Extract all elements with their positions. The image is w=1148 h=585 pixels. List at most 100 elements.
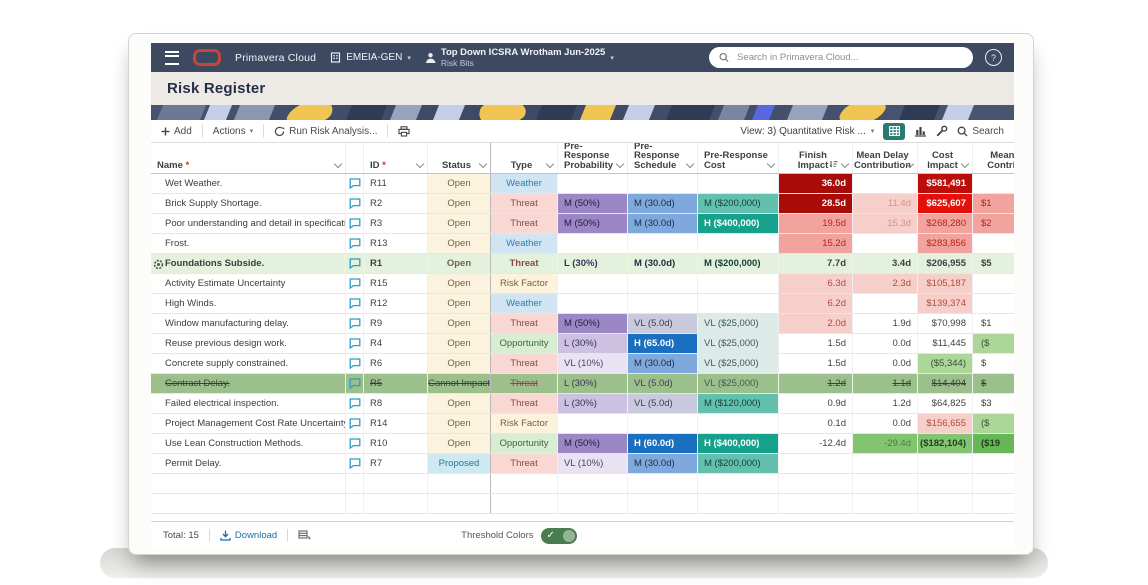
table-row-R13[interactable]: Frost.R13OpenWeather15.2d$283,856: [151, 234, 1014, 254]
cell-name[interactable]: Activity Estimate Uncertainty: [151, 274, 346, 293]
cell-type[interactable]: Threat: [491, 454, 558, 473]
table-row-R8[interactable]: Failed electrical inspection.R8OpenThrea…: [151, 394, 1014, 414]
cell-md[interactable]: 0.0d: [853, 354, 918, 373]
cell-status[interactable]: Open: [428, 414, 491, 433]
cell-sched[interactable]: M (30.0d): [628, 454, 698, 473]
cell-id[interactable]: R2: [364, 194, 428, 213]
cell-id[interactable]: R7: [364, 454, 428, 473]
cell-mc[interactable]: [973, 234, 1014, 253]
cell-name[interactable]: Foundations Subside.: [151, 254, 346, 273]
cell-comment[interactable]: [346, 254, 364, 273]
cell-prob[interactable]: VL (10%): [558, 454, 628, 473]
cell-id[interactable]: R14: [364, 414, 428, 433]
cell-sched[interactable]: VL (5.0d): [628, 374, 698, 393]
cell-fin[interactable]: 6.3d: [779, 274, 853, 293]
cell-cost[interactable]: [698, 274, 779, 293]
cell-comment[interactable]: [346, 314, 364, 333]
threshold-colors-toggle[interactable]: ✓: [541, 528, 577, 544]
cell-status[interactable]: Open: [428, 314, 491, 333]
cell-md[interactable]: 15.3d: [853, 214, 918, 233]
cell-id[interactable]: R13: [364, 234, 428, 253]
cell-type[interactable]: Risk Factor: [491, 274, 558, 293]
cell-cost[interactable]: M ($200,000): [698, 454, 779, 473]
cell-type[interactable]: Opportunity: [491, 334, 558, 353]
table-row-R6[interactable]: Concrete supply constrained.R6OpenThreat…: [151, 354, 1014, 374]
cell-name[interactable]: Frost.: [151, 234, 346, 253]
filter-chevron-icon[interactable]: [767, 160, 775, 168]
cell-status[interactable]: Open: [428, 294, 491, 313]
cell-comment[interactable]: [346, 174, 364, 193]
cell-fin[interactable]: 7.7d: [779, 254, 853, 273]
cell-cost[interactable]: H ($400,000): [698, 434, 779, 453]
cell-prob[interactable]: M (50%): [558, 194, 628, 213]
cell-md[interactable]: 11.4d: [853, 194, 918, 213]
cell-sched[interactable]: VL (5.0d): [628, 314, 698, 333]
cell-sched[interactable]: [628, 414, 698, 433]
cell-ci[interactable]: $625,607: [918, 194, 973, 213]
view-selector[interactable]: View: 3) Quantitative Risk ...▾: [740, 126, 874, 137]
cell-fin[interactable]: 1.2d: [779, 374, 853, 393]
col-header-fin[interactable]: FinishImpact: [779, 143, 853, 173]
table-row-R1[interactable]: Foundations Subside.R1OpenThreatL (30%)M…: [151, 254, 1014, 274]
cell-name[interactable]: Project Management Cost Rate Uncertainty: [151, 414, 346, 433]
cell-id[interactable]: R5: [364, 374, 428, 393]
cell-md[interactable]: 2.3d: [853, 274, 918, 293]
col-header-ci[interactable]: CostImpact: [918, 143, 973, 173]
cell-sched[interactable]: M (30.0d): [628, 254, 698, 273]
cell-ci[interactable]: $64,825: [918, 394, 973, 413]
cell-sched[interactable]: [628, 174, 698, 193]
cell-ci[interactable]: $283,856: [918, 234, 973, 253]
cell-sched[interactable]: M (30.0d): [628, 194, 698, 213]
cell-prob[interactable]: [558, 234, 628, 253]
filter-chevron-icon[interactable]: [546, 160, 554, 168]
cell-fin[interactable]: 0.9d: [779, 394, 853, 413]
cell-sched[interactable]: [628, 274, 698, 293]
cell-type[interactable]: Opportunity: [491, 434, 558, 453]
cell-status[interactable]: Cannot Impact: [428, 374, 491, 393]
cell-status[interactable]: Open: [428, 254, 491, 273]
global-search[interactable]: [709, 47, 973, 68]
cell-md[interactable]: [853, 294, 918, 313]
grid-view-button[interactable]: [883, 123, 905, 140]
col-header-sched[interactable]: Pre-ResponseSchedule: [628, 143, 698, 173]
cell-fin[interactable]: [779, 454, 853, 473]
filter-chevron-icon[interactable]: [961, 160, 969, 168]
table-row-R15[interactable]: Activity Estimate UncertaintyR15OpenRisk…: [151, 274, 1014, 294]
cell-name[interactable]: Failed electrical inspection.: [151, 394, 346, 413]
cell-ci[interactable]: $139,374: [918, 294, 973, 313]
cell-prob[interactable]: L (30%): [558, 334, 628, 353]
cell-comment[interactable]: [346, 394, 364, 413]
cell-name[interactable]: Contract Delay.: [151, 374, 346, 393]
cell-comment[interactable]: [346, 354, 364, 373]
cell-md[interactable]: -29.4d: [853, 434, 918, 453]
cell-ci[interactable]: $105,187: [918, 274, 973, 293]
cell-id[interactable]: R11: [364, 174, 428, 193]
table-row-R10[interactable]: Use Lean Construction Methods.R10OpenOpp…: [151, 434, 1014, 454]
cell-fin[interactable]: 36.0d: [779, 174, 853, 193]
cell-mc[interactable]: [973, 174, 1014, 193]
col-header-md[interactable]: Mean DelayContribution: [853, 143, 918, 173]
cell-prob[interactable]: L (30%): [558, 254, 628, 273]
col-header-prob[interactable]: Pre-ResponseProbability: [558, 143, 628, 173]
cell-mc[interactable]: $5: [973, 254, 1014, 273]
col-header-cost[interactable]: Pre-ResponseCost: [698, 143, 779, 173]
cell-prob[interactable]: M (50%): [558, 314, 628, 333]
cell-status[interactable]: Open: [428, 354, 491, 373]
cell-sched[interactable]: VL (5.0d): [628, 394, 698, 413]
cell-name[interactable]: Reuse previous design work.: [151, 334, 346, 353]
cell-sched[interactable]: H (60.0d): [628, 434, 698, 453]
cell-name[interactable]: Poor understanding and detail in specifi…: [151, 214, 346, 233]
cell-type[interactable]: Threat: [491, 354, 558, 373]
cell-ci[interactable]: $581,491: [918, 174, 973, 193]
cell-type[interactable]: Threat: [491, 394, 558, 413]
filter-chevron-icon[interactable]: [416, 160, 424, 168]
cell-name[interactable]: High Winds.: [151, 294, 346, 313]
cell-prob[interactable]: L (30%): [558, 374, 628, 393]
cell-name[interactable]: Window manufacturing delay.: [151, 314, 346, 333]
table-row-R9[interactable]: Window manufacturing delay.R9OpenThreatM…: [151, 314, 1014, 334]
cell-cost[interactable]: [698, 174, 779, 193]
cell-comment[interactable]: [346, 454, 364, 473]
cell-id[interactable]: R4: [364, 334, 428, 353]
cell-status[interactable]: Open: [428, 274, 491, 293]
cell-status[interactable]: Open: [428, 234, 491, 253]
